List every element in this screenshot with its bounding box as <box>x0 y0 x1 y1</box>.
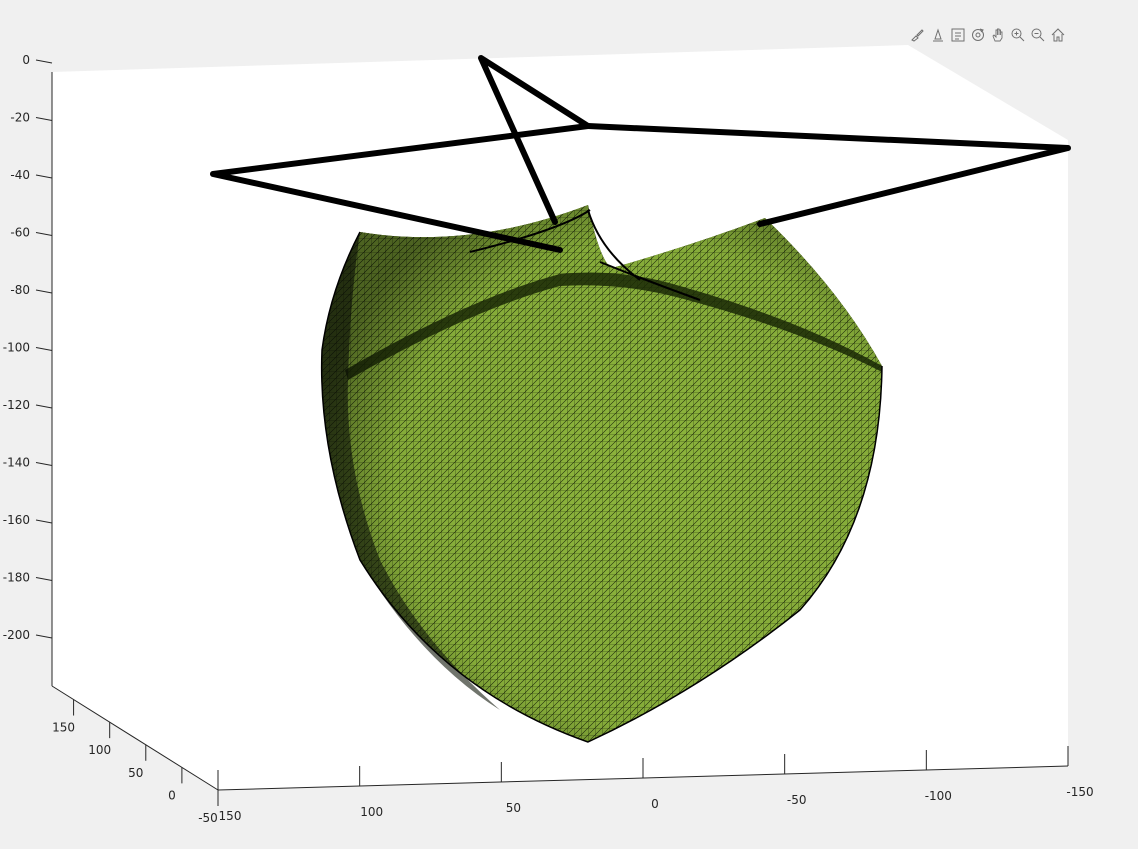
x-tick-label: -100 <box>925 789 952 803</box>
z-tick-mark <box>35 519 53 524</box>
z-tick-label: -140 <box>3 456 30 470</box>
brush-icon[interactable] <box>908 25 928 45</box>
z-tick-mark <box>35 577 53 581</box>
z-tick-label: -200 <box>3 628 30 642</box>
z-tick-mark <box>35 289 53 294</box>
z-tick-label: -40 <box>10 168 30 182</box>
z-tick-mark <box>35 462 53 466</box>
home-icon[interactable] <box>1048 25 1068 45</box>
zoom-out-icon[interactable] <box>1028 25 1048 45</box>
y-tick-label: 100 <box>88 743 111 757</box>
z-tick-label: -80 <box>10 283 30 297</box>
data-tips-icon[interactable] <box>928 25 948 45</box>
x-tick-label: -50 <box>787 793 807 807</box>
y-tick-label: 50 <box>128 766 143 780</box>
z-tick-label: -20 <box>10 111 30 125</box>
z-tick-mark <box>35 634 53 639</box>
x-tick-label: 50 <box>506 801 521 815</box>
z-tick-mark <box>35 117 53 121</box>
pan-icon[interactable] <box>988 25 1008 45</box>
figure-canvas[interactable]: 0 -20 -40 -60 -80 -100 -120 -140 -160 -180 -200 -5… <box>0 0 1138 849</box>
x-tick-label: 0 <box>651 797 659 811</box>
z-tick-mark <box>35 59 53 64</box>
legend-icon[interactable] <box>948 25 968 45</box>
y-tick-label: 150 <box>52 721 75 735</box>
z-tick-label: -100 <box>3 341 30 355</box>
z-tick-mark <box>35 347 53 351</box>
z-tick-label: 0 <box>22 53 30 67</box>
z-tick-label: -60 <box>10 226 30 240</box>
z-tick-mark <box>35 404 53 409</box>
z-tick-mark <box>35 232 53 236</box>
y-tick-label: 0 <box>168 788 176 802</box>
rotate-icon[interactable] <box>968 25 988 45</box>
y-tick-label: -50 <box>198 811 218 825</box>
z-tick-label: -160 <box>3 513 30 527</box>
x-tick-label: -150 <box>1066 785 1093 799</box>
z-tick-label: -180 <box>3 571 30 585</box>
x-tick-label: 100 <box>360 805 383 819</box>
zoom-in-icon[interactable] <box>1008 25 1028 45</box>
z-tick-mark <box>35 174 53 179</box>
x-tick-label: 150 <box>219 809 242 823</box>
figure-toolbar <box>908 25 1068 45</box>
z-tick-label: -120 <box>3 398 30 412</box>
z-axis-ticks: 0 -20 -40 -60 -80 -100 -120 -140 -160 -180 -200 <box>3 53 53 642</box>
